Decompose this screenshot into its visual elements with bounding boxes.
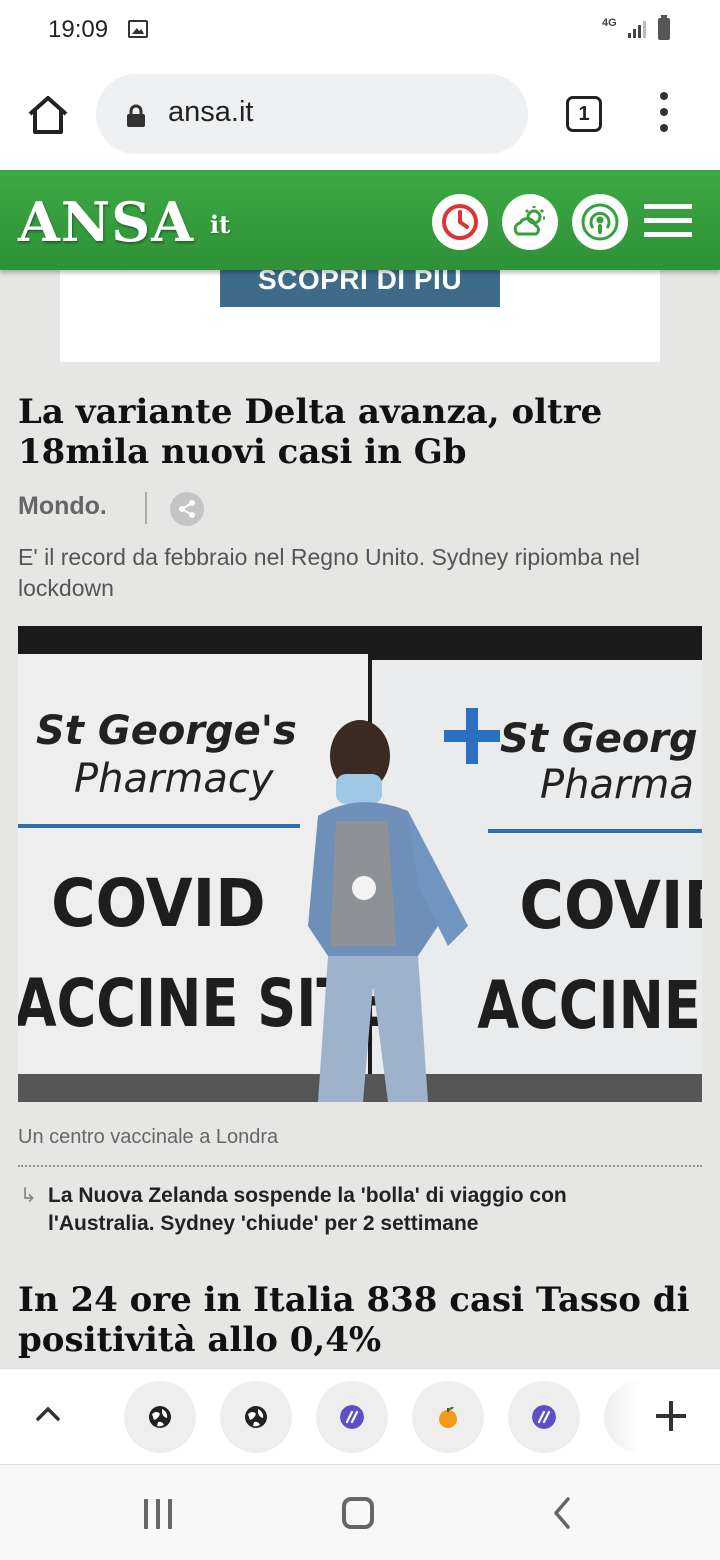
url-text: ansa.it — [168, 96, 254, 128]
status-bar: 19:09 4G — [0, 0, 720, 62]
tab-thumbnail[interactable] — [412, 1381, 484, 1453]
divider — [145, 492, 147, 524]
sign-left-sub: Pharmacy — [74, 756, 275, 802]
system-navigation-bar — [0, 1464, 720, 1560]
tab-switcher-button[interactable]: 1 — [566, 96, 602, 132]
tab-thumbnail[interactable] — [124, 1381, 196, 1453]
recent-apps-icon[interactable] — [144, 1499, 174, 1529]
dotted-divider — [18, 1165, 702, 1167]
bottom-tab-strip — [0, 1368, 720, 1464]
address-bar[interactable]: ansa.it — [96, 74, 528, 154]
photo-caption: Un centro vaccinale a Londra — [18, 1126, 279, 1148]
sign-right-sub: Pharma — [540, 762, 694, 808]
battery-icon — [658, 15, 670, 40]
home-nav-icon[interactable] — [342, 1497, 374, 1529]
slash-icon — [532, 1405, 556, 1429]
lock-icon — [126, 104, 146, 128]
more-menu-icon[interactable] — [656, 92, 672, 132]
tab-thumbnail[interactable] — [508, 1381, 580, 1453]
globe-icon — [245, 1406, 267, 1428]
globe-icon — [149, 1406, 171, 1428]
slash-icon — [340, 1405, 364, 1429]
back-icon[interactable] — [548, 1497, 576, 1529]
related-arrow-icon: ↳ — [20, 1185, 37, 1207]
article-photo[interactable]: St George's Pharmacy COVID ACCINE SITE S… — [18, 626, 702, 1102]
sign-left-name: St George's — [36, 708, 297, 754]
status-time: 19:09 — [48, 16, 109, 43]
chevron-up-icon[interactable] — [34, 1399, 62, 1427]
article-summary: E' il record da febbraio nel Regno Unito… — [18, 544, 640, 601]
next-article-headline[interactable]: In 24 ore in Italia 838 casi Tasso di po… — [18, 1280, 708, 1360]
sign-right-line2: ACCINE SI — [477, 968, 702, 1045]
network-type: 4G — [602, 17, 617, 29]
site-logo-suffix: it — [210, 210, 231, 239]
article-headline[interactable]: La variante Delta avanza, oltre 18mila n… — [18, 392, 708, 472]
tab-thumbnail-partial[interactable] — [604, 1381, 640, 1453]
image-notification-icon — [128, 20, 148, 38]
share-icon[interactable] — [170, 492, 204, 526]
home-icon[interactable] — [24, 90, 72, 138]
article-section[interactable]: Mondo. — [18, 492, 107, 521]
browser-toolbar: ansa.it 1 — [0, 62, 720, 170]
site-logo[interactable]: ANSA — [18, 190, 194, 254]
podcast-icon[interactable] — [572, 194, 628, 250]
advertisement: SCOPRI DI PIU — [60, 260, 660, 362]
tab-thumbnail[interactable] — [316, 1381, 388, 1453]
site-header: ANSA it — [0, 170, 720, 270]
sign-left-line1: COVID — [51, 865, 266, 942]
orange-icon — [439, 1406, 457, 1428]
new-tab-plus-icon[interactable] — [654, 1399, 688, 1433]
weather-icon[interactable] — [502, 194, 558, 250]
sign-right-line1: COVID — [519, 867, 702, 944]
signal-icon — [626, 18, 646, 38]
clock-icon[interactable] — [432, 194, 488, 250]
tab-thumbnail[interactable] — [220, 1381, 292, 1453]
sign-right-name: St Georg — [500, 716, 698, 762]
hamburger-menu-icon[interactable] — [644, 204, 692, 238]
related-article-link[interactable]: La Nuova Zelanda sospende la 'bolla' di … — [48, 1182, 648, 1238]
